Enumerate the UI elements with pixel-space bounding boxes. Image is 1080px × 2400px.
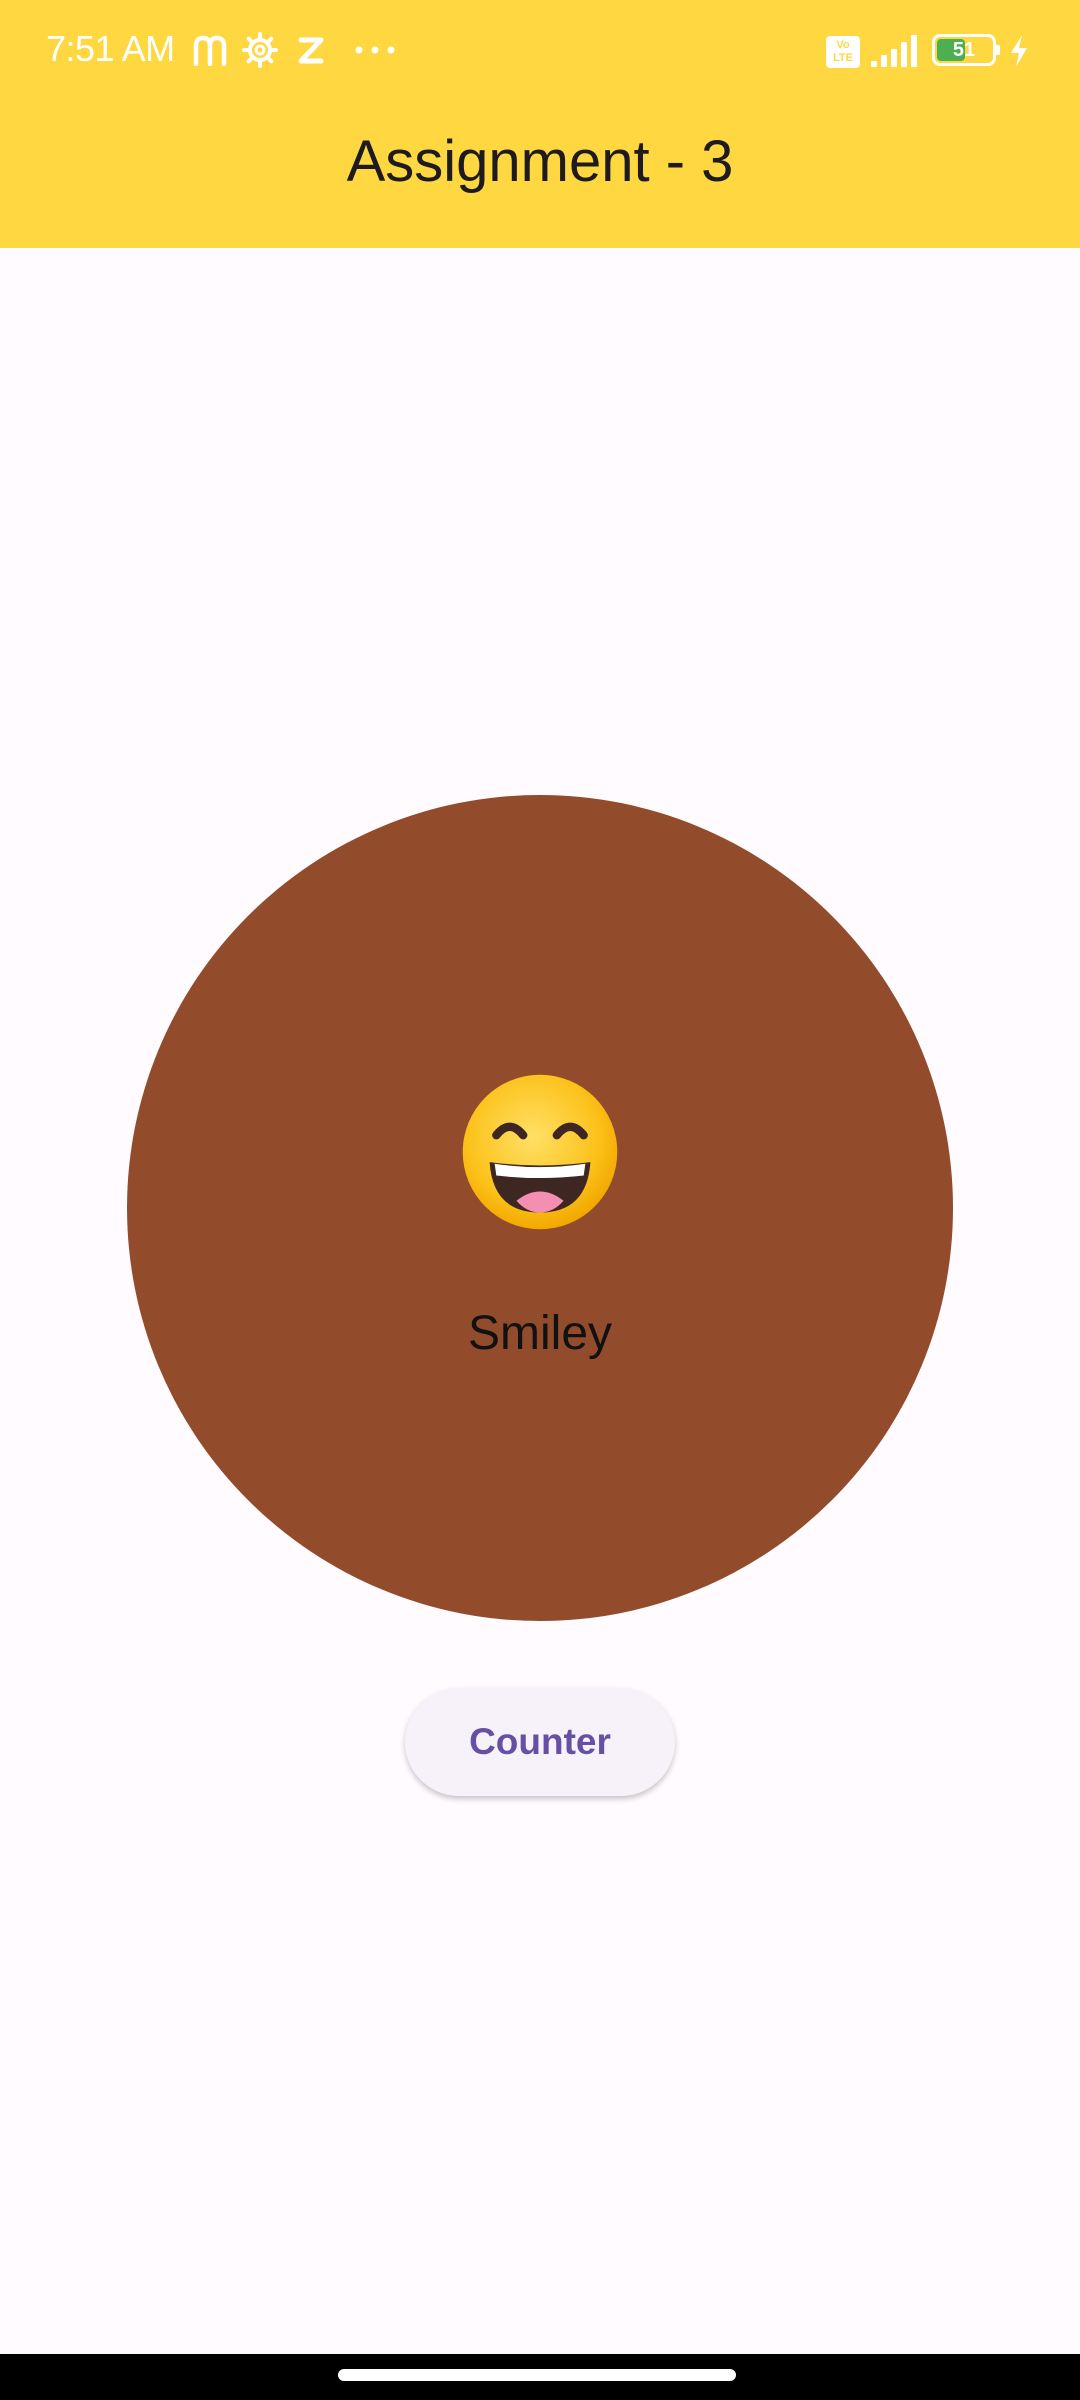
battery-tip bbox=[995, 45, 1000, 55]
grinning-face-icon bbox=[462, 1074, 618, 1230]
navigation-bar bbox=[0, 2354, 1080, 2400]
page-title: Assignment - 3 bbox=[346, 129, 734, 194]
signal-icon bbox=[871, 35, 917, 67]
status-bar: 7:51 AM Vo LTE 51 bbox=[0, 0, 1080, 100]
counter-button[interactable]: Counter bbox=[405, 1688, 675, 1796]
z-app-icon bbox=[298, 37, 324, 64]
charging-icon bbox=[1011, 35, 1027, 67]
app-bar: 7:51 AM Vo LTE 51 Assignment - 3 bbox=[0, 0, 1080, 248]
volte-icon: Vo LTE bbox=[826, 36, 860, 68]
home-handle[interactable] bbox=[338, 2369, 736, 2381]
volte-label: Vo LTE bbox=[833, 39, 853, 64]
status-time: 7:51 AM bbox=[46, 28, 175, 69]
gear-icon bbox=[242, 32, 278, 68]
battery-icon: 51 bbox=[932, 34, 1000, 66]
more-dots-icon bbox=[355, 46, 395, 54]
smiley-label: Smiley bbox=[467, 1307, 613, 1360]
m-app-icon bbox=[193, 35, 227, 66]
battery-level: 51 bbox=[952, 39, 976, 61]
